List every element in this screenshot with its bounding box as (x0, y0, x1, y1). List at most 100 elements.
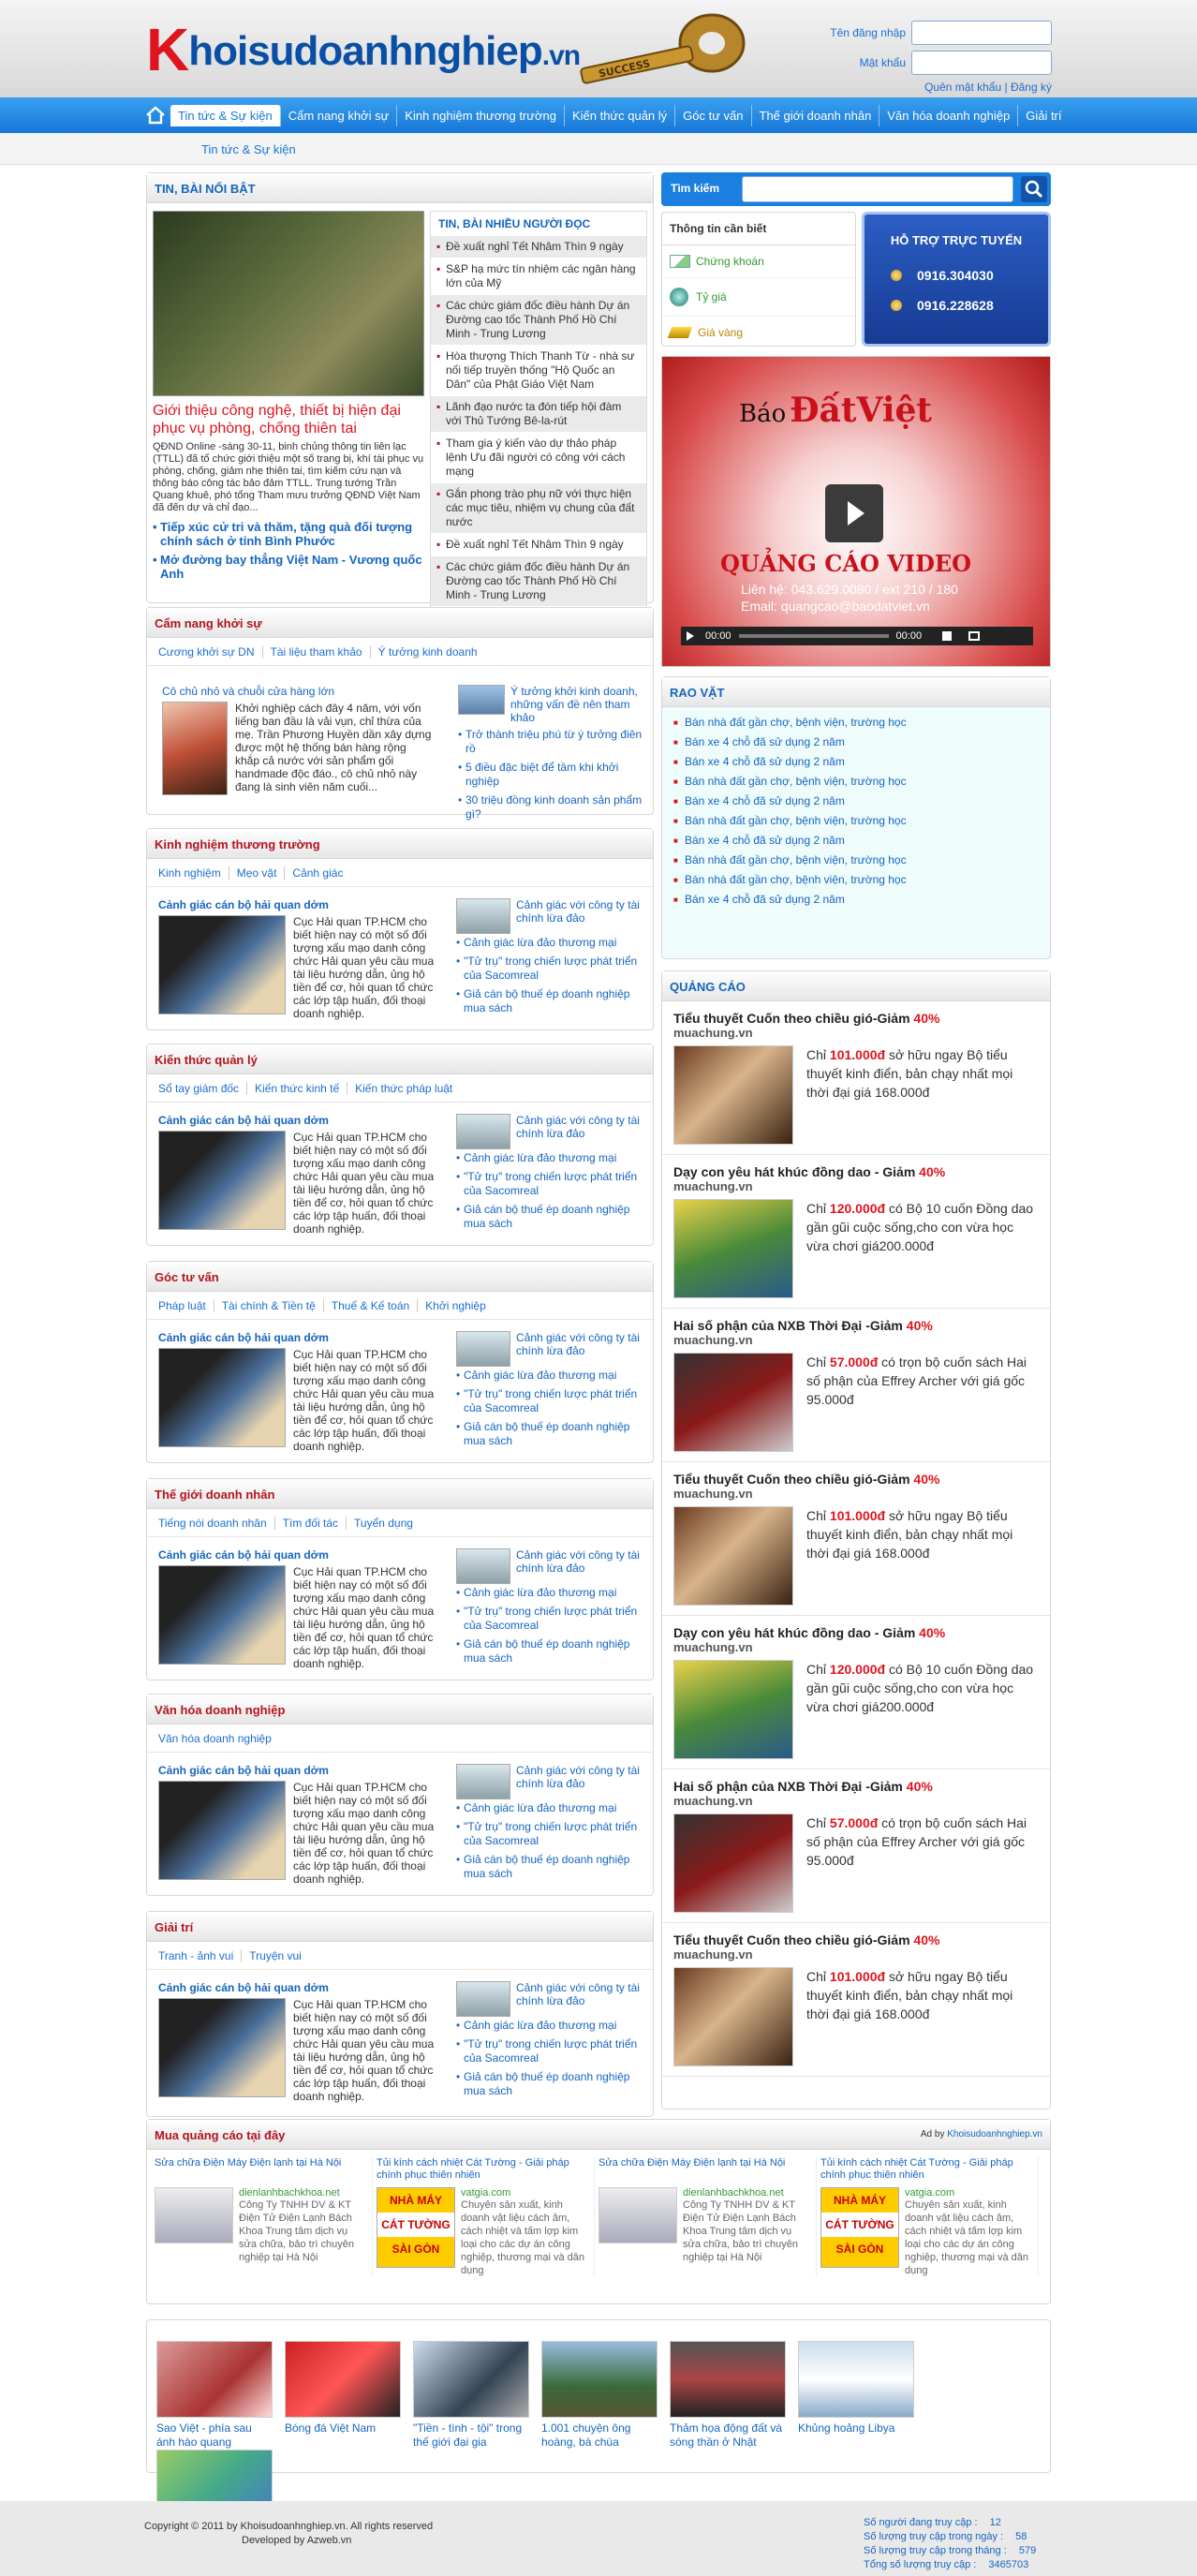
info-stock[interactable]: Chứng khoán (662, 245, 855, 278)
search-button[interactable] (1021, 176, 1047, 202)
story-photo[interactable] (158, 1131, 286, 1230)
side-link[interactable]: "Tử trụ" trong chiến lược phát triển của… (456, 1170, 643, 1198)
classified-item[interactable]: Bán xe 4 chỗ đã sử dụng 2 năm (673, 831, 1039, 851)
play-small-icon[interactable] (687, 631, 694, 641)
side-thumb[interactable] (456, 1764, 510, 1799)
side-top-link[interactable]: Cảnh giác với công ty tài chính lừa đảo (516, 1331, 643, 1367)
side-link[interactable]: Cảnh giác lừa đảo thương mại (456, 1801, 643, 1815)
most-read-item[interactable]: Đề xuất nghỉ Tết Nhâm Thìn 9 ngày (431, 534, 646, 556)
ad-logo[interactable]: NHÀ MÁY CÁT TƯỜNG SÀI GÒN (377, 2187, 455, 2268)
buy-ad-site[interactable]: dienlanhbachkhoa.net (239, 2187, 364, 2198)
ad-item[interactable]: Hai số phận của NXB Thời Đại -Giảm 40% mu… (662, 1309, 1050, 1462)
ad-item[interactable]: Hai số phận của NXB Thời Đại -Giảm 40% mu… (662, 1769, 1050, 1923)
section-heading[interactable]: Góc tư vấn (155, 1270, 219, 1284)
side-top-link[interactable]: Cảnh giác với công ty tài chính lừa đảo (516, 1548, 643, 1584)
side-top-link[interactable]: Ý tưởng khởi kinh doanh, những vấn đề nê… (510, 685, 645, 724)
support-phone[interactable]: 0916.304030 (891, 268, 1048, 283)
gallery-caption[interactable]: Thảm họa động đất và sóng thần ở Nhật (670, 2421, 786, 2450)
section-heading[interactable]: Kinh nghiệm thương trường (155, 837, 320, 851)
subnav-item[interactable]: Tin tức & Sự kiện (201, 142, 296, 156)
buy-ad-item[interactable]: Tủi kính cách nhiệt Cát Tường - Giải phá… (377, 2157, 595, 2277)
ad-item[interactable]: Tiểu thuyết Cuốn theo chiều gió-Giảm 40%… (662, 1462, 1050, 1616)
tab[interactable]: Sổ tay giám đốc (158, 1081, 248, 1095)
buy-ad-title[interactable]: Tủi kính cách nhiệt Cát Tường - Giải phá… (820, 2157, 1030, 2184)
search-input[interactable] (742, 176, 1013, 202)
story-photo[interactable] (158, 1998, 286, 2097)
nav-market-experience[interactable]: Kinh nghiệm thương trường (397, 105, 565, 126)
classified-item[interactable]: Bán nhà đất gần chợ, bệnh viện, trường h… (673, 713, 1039, 733)
tab[interactable]: Khởi nghiệp (418, 1299, 494, 1312)
side-link[interactable]: "Tử trụ" trong chiến lược phát triển của… (456, 955, 643, 983)
ad-image[interactable] (673, 1660, 793, 1759)
featured-title[interactable]: Giới thiệu công nghệ, thiết bị hiện đại … (153, 402, 424, 437)
gallery-image[interactable] (285, 2341, 401, 2418)
buy-ad-site[interactable]: vatgia.com (461, 2187, 586, 2198)
side-thumb[interactable] (456, 1114, 510, 1149)
tab[interactable]: Tài chính & Tiền tệ (214, 1298, 324, 1312)
tab[interactable]: Kinh nghiệm (158, 866, 229, 880)
side-thumb[interactable] (456, 1548, 510, 1584)
side-top-link[interactable]: Cảnh giác với công ty tài chính lừa đảo (516, 1764, 643, 1799)
side-link[interactable]: Giả cán bộ thuế ép doanh nghiệp mua sách (456, 1853, 643, 1881)
ad-image[interactable] (673, 1353, 793, 1452)
tab[interactable]: Tiếng nói doanh nhân (158, 1516, 275, 1530)
gallery-item[interactable]: Khủng hoảng Libya (798, 2341, 914, 2435)
story-title[interactable]: Cảnh giác cán bộ hải quan dởm (158, 1764, 439, 1777)
section-heading[interactable]: Thế giới doanh nhân (155, 1488, 274, 1502)
classified-item[interactable]: Bán nhà đất gần chợ, bệnh viện, trường h… (673, 851, 1039, 870)
username-input[interactable] (911, 21, 1052, 45)
ad-image[interactable] (673, 1045, 793, 1145)
ad-image[interactable] (598, 2187, 677, 2243)
site-logo[interactable]: Khoisudoanhnghiep.vn (146, 9, 581, 83)
side-link[interactable]: Giả cán bộ thuế ép doanh nghiệp mua sách (456, 1420, 643, 1448)
tab[interactable]: Tranh - ảnh vui (158, 1948, 243, 1962)
ad-image[interactable] (673, 1506, 793, 1606)
side-thumb[interactable] (456, 1331, 510, 1367)
side-link[interactable]: Trở thành triệu phú từ ý tưởng điên rồ (458, 728, 645, 756)
classified-item[interactable]: Bán nhà đất gần chợ, bệnh viện, trường h… (673, 811, 1039, 831)
side-top-link[interactable]: Cảnh giác với công ty tài chính lừa đảo (516, 1114, 643, 1149)
section-heading[interactable]: Văn hóa doanh nghiệp (155, 1703, 285, 1717)
side-link[interactable]: Cảnh giác lừa đảo thương mại (456, 1586, 643, 1600)
home-icon[interactable] (145, 106, 166, 125)
classified-item[interactable]: Bán nhà đất gần chợ, bệnh viện, trường h… (673, 870, 1039, 890)
side-link[interactable]: Cảnh giác lừa đảo thương mại (456, 936, 643, 950)
story-title[interactable]: Cảnh giác cán bộ hải quan dởm (158, 1981, 439, 1994)
tab[interactable]: Thuế & Kế toán (324, 1298, 419, 1312)
side-thumb[interactable] (458, 685, 505, 715)
featured-link[interactable]: Mở đường bay thẳng Việt Nam - Vương quốc… (153, 553, 424, 581)
ad-item[interactable]: Dạy con yêu hát khúc đồng dao - Giảm 40%… (662, 1616, 1050, 1769)
nav-consulting[interactable]: Góc tư vấn (675, 105, 752, 126)
tab[interactable]: Tài liệu tham khảo (263, 644, 371, 659)
tab[interactable]: Ý tưởng kinh doanh (371, 645, 485, 659)
register-link[interactable]: Đăng ký (1011, 81, 1052, 94)
section-heading[interactable]: Giải trí (155, 1920, 193, 1934)
classified-item[interactable]: Bán xe 4 chỗ đã sử dụng 2 năm (673, 733, 1039, 752)
video-ad[interactable]: Báo ĐấtViệt QUẢNG CÁO VIDEO Liên hệ: 043… (661, 356, 1051, 667)
nav-entertainment[interactable]: Giải trí (1018, 105, 1069, 126)
buy-ad-title[interactable]: Sửa chữa Điện Máy Điện lạnh tại Hà Nội (598, 2157, 808, 2184)
ad-item[interactable]: Dạy con yêu hát khúc đồng dao - Giảm 40%… (662, 1155, 1050, 1309)
buy-ad-title[interactable]: Tủi kính cách nhiệt Cát Tường - Giải phá… (377, 2157, 586, 2184)
buy-ad-item[interactable]: Sửa chữa Điện Máy Điện lạnh tại Hà Nội di… (155, 2157, 373, 2277)
tab[interactable]: Pháp luật (158, 1298, 214, 1312)
gallery-image[interactable] (798, 2341, 914, 2418)
ad-item[interactable]: Tiểu thuyết Cuốn theo chiều gió-Giảm 40%… (662, 1923, 1050, 2077)
gallery-item[interactable]: 1.001 chuyện ông hoàng, bà chúa (541, 2341, 658, 2450)
side-thumb[interactable] (456, 1981, 510, 2017)
gallery-caption[interactable]: Bóng đá Việt Nam (285, 2421, 401, 2435)
buy-ad-item[interactable]: Tủi kính cách nhiệt Cát Tường - Giải phá… (820, 2157, 1039, 2277)
tab[interactable]: Mẹo vặt (229, 866, 286, 880)
buy-ad-site[interactable]: vatgia.com (905, 2187, 1030, 2198)
story-title[interactable]: Cảnh giác cán bộ hải quan dởm (158, 898, 439, 911)
gallery-caption[interactable]: Khủng hoảng Libya (798, 2421, 914, 2435)
tab[interactable]: Cương khởi sự DN (158, 644, 263, 659)
story-photo[interactable] (158, 915, 286, 1014)
side-top-link[interactable]: Cảnh giác với công ty tài chính lừa đảo (516, 898, 643, 934)
classified-item[interactable]: Bán xe 4 chỗ đã sử dụng 2 năm (673, 890, 1039, 910)
ad-image[interactable] (155, 2187, 233, 2243)
gallery-image[interactable] (541, 2341, 658, 2418)
nav-news[interactable]: Tin tức & Sự kiện (170, 105, 281, 126)
gallery-caption[interactable]: 1.001 chuyện ông hoàng, bà chúa (541, 2421, 658, 2450)
most-read-item[interactable]: Gắn phong trào phụ nữ với thực hiện các … (431, 483, 646, 534)
